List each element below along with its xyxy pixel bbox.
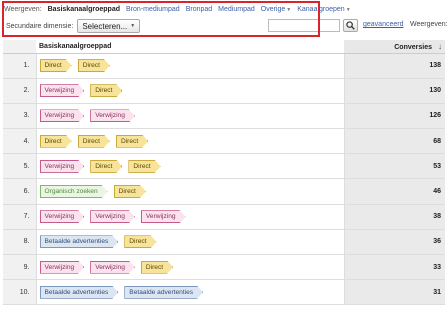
channel-chip: Betaalde advertenties [40,286,119,299]
row-index: 5. [3,153,36,180]
channel-chip: Direct [40,59,72,72]
channel-path: Betaalde advertenties Direct [35,229,344,256]
select-value: Selecteren... [82,21,128,31]
secondary-dimension-bar: Secundaire dimensie: Selecteren... ▼ gea… [4,17,448,35]
row-index: 7. [3,204,36,230]
channel-chip: Direct [116,135,148,148]
conversions-value: 138 [343,53,445,79]
header-conversions-label: Conversies [394,43,432,51]
search-input[interactable] [268,19,340,32]
sort-down-icon[interactable]: ↓ [438,42,442,51]
row-index: 10. [3,279,36,306]
table-header-row: Basiskanaalgroeppad Conversies ↓ [3,40,445,54]
header-index [3,40,36,54]
channel-chip: Verwijzing [141,210,186,223]
table-row: 4. Direct Direct Direct 68 [3,128,445,155]
header-path-label: Basiskanaalgroeppad [39,42,112,50]
row-index: 6. [3,178,36,205]
tab-basiskanaalgroeppad[interactable]: Basiskanaalgroeppad [48,6,120,13]
conversions-value: 126 [343,103,445,130]
table-row: 6. Organisch zoeken Direct 46 [3,178,445,205]
conversions-value: 31 [343,279,445,306]
row-index: 8. [3,229,36,256]
channel-chip: Verwijzing [90,261,135,274]
channel-chip: Direct [78,59,110,72]
tab-label: Bron-mediumpad [126,6,180,13]
chevron-down-icon: ▼ [130,23,136,29]
tab-label: Basiskanaalgroeppad [47,6,120,13]
tab-bron-mediumpad[interactable]: Bron-mediumpad [126,6,180,13]
secondary-dimension-select[interactable]: Selecteren... ▼ [77,19,141,33]
channel-path: Verwijzing Direct Direct [35,153,344,180]
view-label-right: Weergeven: [410,21,448,28]
channel-chip: Verwijzing [40,210,85,223]
channel-chip: Direct [78,135,110,148]
tab-overige[interactable]: Overige▼ [261,6,291,13]
conversions-value: 53 [343,153,445,180]
channel-chip: Verwijzing [90,210,135,223]
search-button[interactable] [343,19,358,32]
table-row: 9. Verwijzing Verwijzing Direct 33 [3,254,445,281]
advanced-link[interactable]: geavanceerd [363,21,403,28]
channel-chip: Verwijzing [90,109,135,122]
conversions-value: 68 [343,128,445,155]
tab-label: Bronpad [185,6,213,13]
conversions-value: 38 [343,204,445,230]
tab-label: Kanaalgroepen [297,6,345,13]
channel-chip: Direct [90,84,122,97]
conversions-value: 33 [343,254,445,281]
channel-path: Verwijzing Verwijzing Verwijzing [35,204,344,230]
conversions-value: 46 [343,178,445,205]
view-toolbar: Weergeven: Basiskanaalgroeppad Bron-medi… [4,3,444,16]
tab-kanaalgroepen[interactable]: Kanaalgroepen▼ [297,6,350,13]
row-index: 2. [3,78,36,104]
table-row: 3. Verwijzing Verwijzing 126 [3,103,445,130]
conversions-value: 36 [343,229,445,256]
channel-path: Betaalde advertenties Betaalde advertenti… [35,279,344,306]
channel-chip: Direct [40,135,72,148]
table-row: 8. Betaalde advertenties Direct 36 [3,229,445,256]
tab-label: Mediumpad [218,6,255,13]
conversions-value: 130 [343,78,445,104]
channel-chip: Direct [124,235,156,248]
channel-path: Direct Direct [35,53,344,79]
secondary-dimension-label: Secundaire dimensie: [6,22,74,30]
table-row: 7. Verwijzing Verwijzing Verwijzing 38 [3,204,445,230]
channel-chip: Verwijzing [40,109,85,122]
channel-chip: Betaalde advertenties [40,235,119,248]
table-row: 2. Verwijzing Direct 130 [3,78,445,104]
row-index: 1. [3,53,36,79]
channel-chip: Verwijzing [40,160,85,173]
channel-path: Organisch zoeken Direct [35,178,344,205]
search-icon [346,21,355,30]
channel-chip: Betaalde advertenties [124,286,203,299]
row-index: 4. [3,128,36,155]
channel-path: Verwijzing Verwijzing Direct [35,254,344,281]
channel-chip: Organisch zoeken [40,185,108,198]
row-index: 9. [3,254,36,281]
channel-chip: Direct [141,261,173,274]
channel-path: Direct Direct Direct [35,128,344,155]
channel-chip: Direct [128,160,160,173]
caret-down-icon: ▼ [345,7,351,13]
channel-path: Verwijzing Direct [35,78,344,104]
table-row: 1. Direct Direct 138 [3,53,445,79]
channel-chip: Direct [90,160,122,173]
header-conversions[interactable]: Conversies ↓ [344,40,445,54]
data-table: Basiskanaalgroeppad Conversies ↓ 1. Direct… [3,40,445,306]
tab-label: Overige [260,6,286,13]
header-path[interactable]: Basiskanaalgroeppad [36,40,344,54]
channel-chip: Verwijzing [40,261,85,274]
view-label: Weergeven: [4,6,42,13]
table-row: 10. Betaalde advertenties Betaalde adverte… [3,279,445,306]
table-row: 5. Verwijzing Direct Direct 53 [3,153,445,180]
tab-bronpad[interactable]: Bronpad [186,6,212,13]
caret-down-icon: ▼ [286,7,292,13]
channel-chip: Direct [114,185,146,198]
channel-path: Verwijzing Verwijzing [35,103,344,130]
row-index: 3. [3,103,36,130]
tab-mediumpad[interactable]: Mediumpad [218,6,255,13]
channel-chip: Verwijzing [40,84,85,97]
